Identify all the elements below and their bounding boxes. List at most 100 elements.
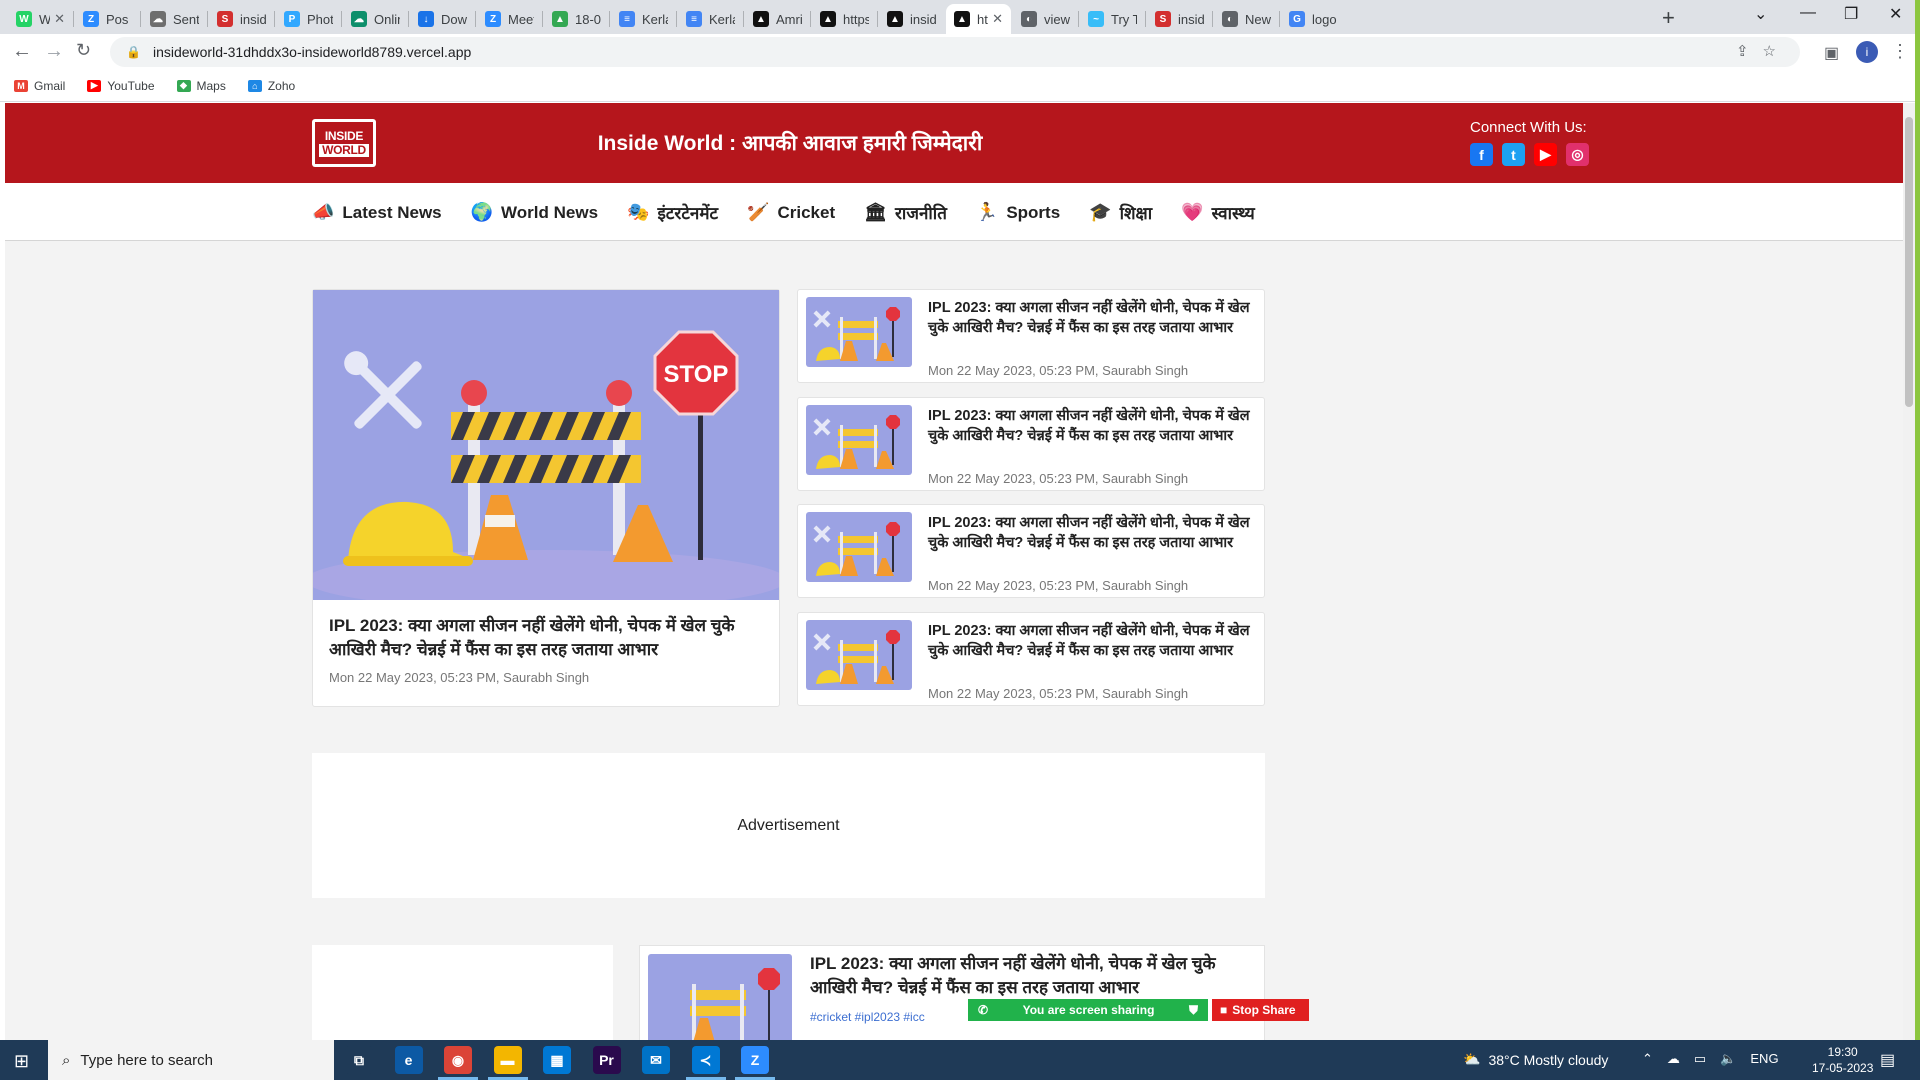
browser-tab[interactable]: ▲ insidew [879,4,944,34]
browser-tab[interactable]: Sinsidew [1147,4,1212,34]
advertisement-box[interactable]: Advertisement [312,753,1265,898]
browser-tab[interactable]: Sinsidew [209,4,274,34]
instagram-icon[interactable]: ◎ [1566,143,1589,166]
side-panel-icon[interactable]: ▣ [1824,43,1839,63]
browser-tab[interactable]: ≡ Kerla Bc [678,4,743,34]
browser-tab[interactable]: Glogo - G [1281,4,1346,34]
side-article-title[interactable]: IPL 2023: क्या अगला सीजन नहीं खेलेंगे धो… [928,513,1258,553]
facebook-icon[interactable]: f [1470,143,1493,166]
browser-tab[interactable]: P Photop [276,4,341,34]
close-window-icon[interactable]: ✕ [1889,4,1902,24]
browser-tab[interactable]: ≡ Kerla Bc [611,4,676,34]
article-thumbnail[interactable] [806,404,912,475]
vscode-icon[interactable]: ≺ [691,1046,720,1074]
nav-item-5[interactable]: 🏃 Sports [976,201,1060,224]
browser-tab[interactable]: Z Pos [75,4,140,34]
youtube-icon[interactable]: ▶ [1534,143,1557,166]
side-article-title[interactable]: IPL 2023: क्या अगला सीजन नहीं खेलेंगे धो… [928,621,1258,661]
featured-title[interactable]: IPL 2023: क्या अगला सीजन नहीं खेलेंगे धो… [329,614,769,662]
side-article[interactable]: IPL 2023: क्या अगला सीजन नहीं खेलेंगे धो… [797,396,1265,491]
nav-item-1[interactable]: 🌍 World News [471,201,598,224]
show-hidden-icons[interactable]: ⌃ [1642,1051,1653,1067]
network-icon[interactable]: ▭ [1694,1051,1706,1067]
bottom-article[interactable]: IPL 2023: क्या अगला सीजन नहीं खेलेंगे धो… [639,945,1265,1040]
reload-icon[interactable]: ↻ [76,40,91,61]
bottom-article-title[interactable]: IPL 2023: क्या अगला सीजन नहीं खेलेंगे धो… [810,952,1250,1000]
side-article-title[interactable]: IPL 2023: क्या अगला सीजन नहीं खेलेंगे धो… [928,406,1258,446]
featured-meta: Mon 22 May 2023, 05:23 PM, Saurabh Singh [329,670,590,685]
url-text[interactable]: insideworld-31dhddx3o-insideworld8789.ve… [153,44,471,60]
browser-tab[interactable]: ~ Try Tailw [1080,4,1145,34]
tab-close-icon[interactable]: ✕ [992,11,1003,27]
new-tab-icon[interactable]: + [1662,5,1675,31]
address-bar[interactable]: 🔒 insideworld-31dhddx3o-insideworld8789.… [110,37,1800,67]
browser-tab[interactable]: ▲ Amritar [745,4,810,34]
taskbar-clock[interactable]: 19:30 17-05-2023 [1812,1044,1873,1076]
browser-tab[interactable]: W Wh✕ [8,4,73,34]
twitter-icon[interactable]: t [1502,143,1525,166]
chrome-menu-icon[interactable]: ⋮ [1891,41,1909,62]
browser-tab[interactable]: ☁ Online I [343,4,408,34]
tab-separator [676,11,677,27]
bottom-article-thumbnail[interactable] [648,954,792,1040]
scrollbar-thumb[interactable] [1905,117,1913,407]
browser-tab[interactable]: ▲ 18-05-2 [544,4,609,34]
side-article-title[interactable]: IPL 2023: क्या अगला सीजन नहीं खेलेंगे धो… [928,298,1258,338]
tab-close-icon[interactable]: ✕ [54,11,65,27]
minimize-icon[interactable]: — [1800,4,1816,22]
bookmark-maps[interactable]: ◆ Maps [176,79,226,93]
nav-item-3[interactable]: 🏏 Cricket [747,201,835,224]
volume-icon[interactable]: 🔈 [1720,1051,1736,1067]
article-thumbnail[interactable] [806,512,912,582]
weather-widget[interactable]: ⛅ 38°C Mostly cloudy [1463,1051,1608,1068]
browser-tab[interactable]: ↓ Downlo [410,4,475,34]
notification-center-icon[interactable]: ▤ [1880,1050,1895,1070]
mail-icon[interactable]: ✉ [642,1046,670,1074]
store-icon[interactable]: ▦ [543,1046,571,1074]
back-icon[interactable]: ← [12,40,32,63]
side-article[interactable]: IPL 2023: क्या अगला सीजन नहीं खेलेंगे धो… [797,289,1265,383]
featured-image[interactable]: STOP [313,290,779,600]
nav-item-2[interactable]: 🎭 इंटरटेनमेंट [627,201,718,224]
tab-search-icon[interactable]: ⌄ [1754,4,1767,24]
forward-icon[interactable]: → [44,40,64,63]
windows-start-icon[interactable]: ⊞ [14,1051,29,1072]
restore-icon[interactable]: ❐ [1844,4,1858,24]
article-thumbnail[interactable] [806,619,912,690]
nav-item-7[interactable]: 💗 स्वास्थ्य [1181,201,1255,224]
zoom-icon[interactable]: Z [741,1046,769,1074]
lock-icon[interactable]: 🔒 [126,45,141,59]
nav-item-4[interactable]: 🏛 राजनीति [864,201,947,224]
task-view-icon[interactable]: ⧉ [345,1046,373,1074]
bookmark-youtube[interactable]: ▶ YouTube [87,79,155,93]
language-indicator[interactable]: ENG [1750,1051,1778,1067]
site-logo[interactable]: INSIDE WORLD [312,119,376,167]
browser-tab[interactable]: ☁ Sent - Z [142,4,207,34]
chrome-icon[interactable]: ◉ [444,1046,472,1074]
bookmark-gmail[interactable]: M Gmail [14,79,65,93]
stop-share-button[interactable]: ■ Stop Share [1212,999,1309,1021]
bookmark-star-icon[interactable]: ☆ [1763,42,1776,60]
browser-tab[interactable]: Z Meeting [477,4,542,34]
bookmark-zoho[interactable]: ⌂ Zoho [247,79,295,93]
browser-tab[interactable]: ◐ view-sc [1013,4,1078,34]
page-scrollbar[interactable] [1903,103,1915,1040]
browser-tab[interactable]: ◐ New Tal [1214,4,1279,34]
onedrive-icon[interactable]: ☁ [1667,1051,1680,1067]
logo-text-bottom: WORLD [319,143,369,157]
file-explorer-icon[interactable]: ▬ [493,1046,522,1074]
browser-tab[interactable]: ▲ https:// [812,4,877,34]
article-thumbnail[interactable] [806,297,912,367]
edge-icon[interactable]: e [394,1046,423,1074]
nav-item-0[interactable]: 📣 Latest News [312,201,442,224]
taskbar-search[interactable]: ⌕ Type here to search [48,1040,334,1080]
premiere-icon[interactable]: Pr [592,1046,621,1074]
share-icon[interactable]: ⇪ [1736,42,1749,60]
bottom-article-tags[interactable]: #cricket #ipl2023 #icc [810,1010,925,1024]
profile-avatar[interactable]: i [1856,41,1878,63]
browser-tab[interactable]: ▲ http ✕ [946,4,1011,34]
nav-item-6[interactable]: 🎓 शिक्षा [1089,201,1152,224]
featured-article[interactable]: STOP IPL 2023: क्या अगला सीजन नहीं खेलें… [312,289,780,707]
side-article[interactable]: IPL 2023: क्या अगला सीजन नहीं खेलेंगे धो… [797,504,1265,598]
side-article[interactable]: IPL 2023: क्या अगला सीजन नहीं खेलेंगे धो… [797,611,1265,706]
